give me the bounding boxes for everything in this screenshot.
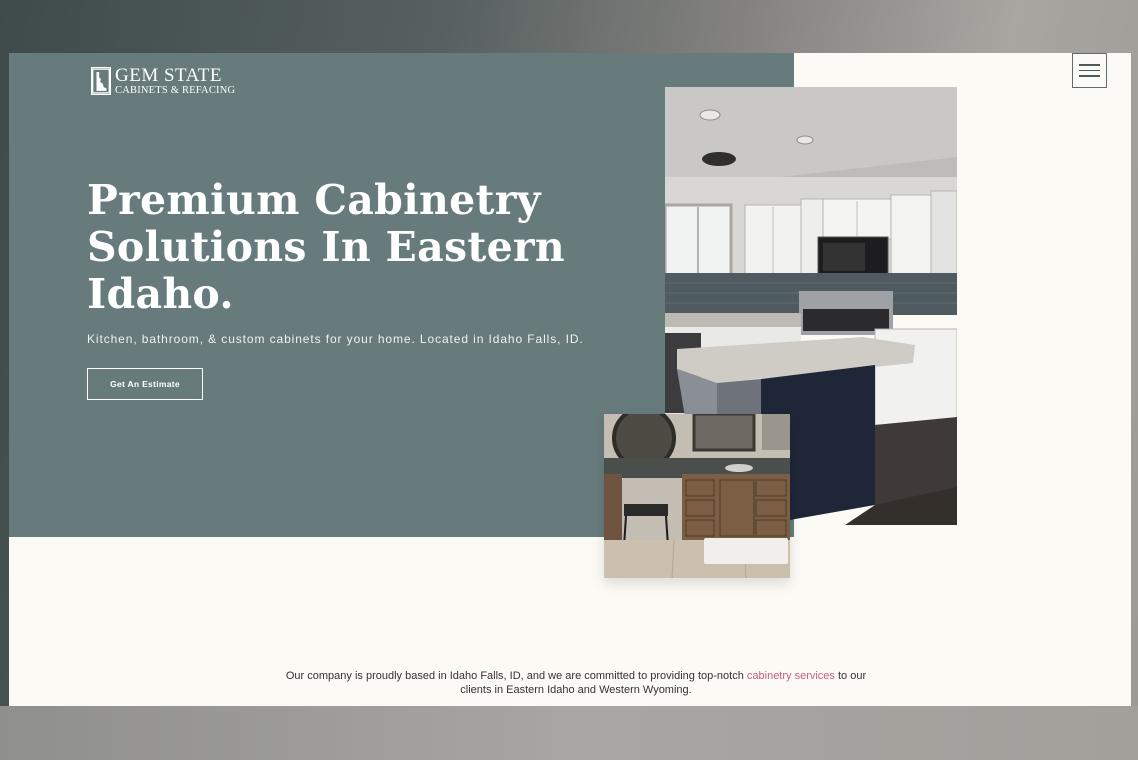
brand-subtitle: CABINETS & REFACING [115, 85, 236, 96]
idaho-state-logo-icon [91, 67, 111, 96]
headline-line: Solutions In Eastern [87, 223, 565, 271]
cabinetry-services-link[interactable]: cabinetry services [747, 670, 835, 682]
menu-bar [1079, 75, 1100, 77]
intro-line1-suffix: to our [834, 670, 867, 682]
hero-subtext: Kitchen, bathroom, & custom cabinets for… [87, 332, 584, 346]
backdrop-bottom [0, 706, 1138, 760]
hero-headline: Premium Cabinetry Solutions In Eastern I… [87, 177, 567, 318]
website-page: GEM STATE CABINETS & REFACING Premium Ca… [9, 53, 1131, 706]
intro-line1-prefix: Our company is proudly based in Idaho Fa… [285, 670, 747, 682]
headline-line: Premium Cabinetry [87, 176, 541, 224]
brand-title: GEM STATE [115, 65, 222, 86]
brand-logo[interactable]: GEM STATE CABINETS & REFACING [91, 66, 235, 97]
intro-text: Our company is proudly based in Idaho Fa… [9, 670, 1131, 697]
intro-line2: clients in Eastern Idaho and Western Wyo… [460, 683, 692, 696]
bathroom-vanity-photo [604, 414, 790, 578]
menu-bar [1079, 69, 1100, 72]
headline-line: Idaho. [87, 270, 234, 318]
hamburger-menu-button[interactable] [1072, 53, 1107, 88]
get-estimate-button[interactable]: Get An Estimate [87, 368, 203, 400]
menu-bar [1079, 64, 1100, 66]
